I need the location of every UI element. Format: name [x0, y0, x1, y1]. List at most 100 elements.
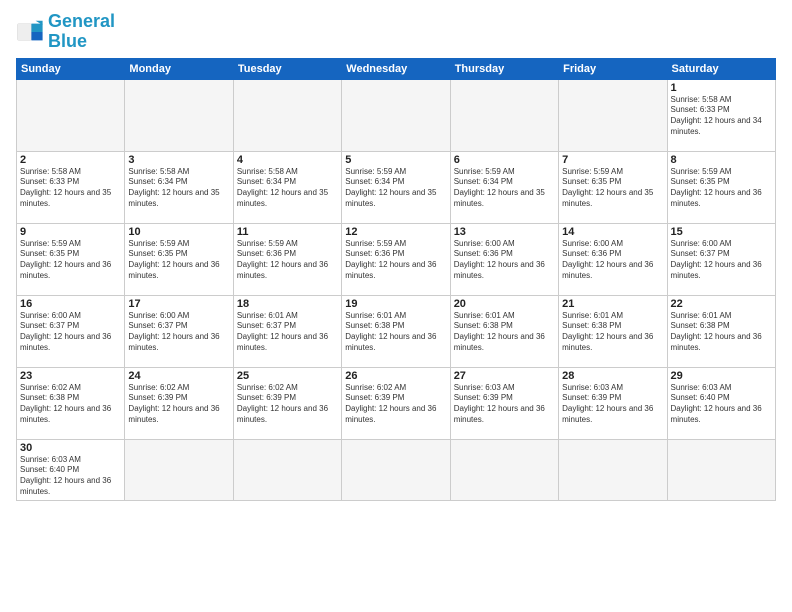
calendar-cell: 24Sunrise: 6:02 AMSunset: 6:39 PMDayligh… [125, 367, 233, 439]
calendar-cell: 14Sunrise: 6:00 AMSunset: 6:36 PMDayligh… [559, 223, 667, 295]
calendar-cell: 9Sunrise: 5:59 AMSunset: 6:35 PMDaylight… [17, 223, 125, 295]
logo-text-block: GeneralBlue [48, 12, 115, 52]
day-info: Sunrise: 6:00 AMSunset: 6:37 PMDaylight:… [128, 311, 229, 354]
day-info: Sunrise: 6:03 AMSunset: 6:40 PMDaylight:… [671, 383, 772, 426]
day-number: 2 [20, 154, 121, 166]
calendar-cell: 7Sunrise: 5:59 AMSunset: 6:35 PMDaylight… [559, 151, 667, 223]
calendar-cell [342, 439, 450, 500]
day-info: Sunrise: 5:59 AMSunset: 6:36 PMDaylight:… [237, 239, 338, 282]
calendar-cell [125, 79, 233, 151]
calendar-cell: 6Sunrise: 5:59 AMSunset: 6:34 PMDaylight… [450, 151, 558, 223]
calendar-cell: 27Sunrise: 6:03 AMSunset: 6:39 PMDayligh… [450, 367, 558, 439]
day-number: 24 [128, 370, 229, 382]
calendar-cell: 19Sunrise: 6:01 AMSunset: 6:38 PMDayligh… [342, 295, 450, 367]
calendar-page: GeneralBlue SundayMondayTuesdayWednesday… [0, 0, 792, 612]
day-info: Sunrise: 6:00 AMSunset: 6:37 PMDaylight:… [20, 311, 121, 354]
weekday-header-tuesday: Tuesday [233, 58, 341, 79]
day-info: Sunrise: 5:59 AMSunset: 6:35 PMDaylight:… [20, 239, 121, 282]
day-info: Sunrise: 6:02 AMSunset: 6:39 PMDaylight:… [128, 383, 229, 426]
calendar-cell: 30Sunrise: 6:03 AMSunset: 6:40 PMDayligh… [17, 439, 125, 500]
day-number: 11 [237, 226, 338, 238]
calendar-cell: 11Sunrise: 5:59 AMSunset: 6:36 PMDayligh… [233, 223, 341, 295]
day-number: 20 [454, 298, 555, 310]
day-number: 23 [20, 370, 121, 382]
weekday-header-sunday: Sunday [17, 58, 125, 79]
calendar-cell [233, 439, 341, 500]
day-info: Sunrise: 6:02 AMSunset: 6:39 PMDaylight:… [237, 383, 338, 426]
weekday-header-saturday: Saturday [667, 58, 775, 79]
day-number: 29 [671, 370, 772, 382]
calendar-week-row: 30Sunrise: 6:03 AMSunset: 6:40 PMDayligh… [17, 439, 776, 500]
day-info: Sunrise: 6:03 AMSunset: 6:40 PMDaylight:… [20, 455, 121, 498]
calendar-cell: 17Sunrise: 6:00 AMSunset: 6:37 PMDayligh… [125, 295, 233, 367]
day-number: 9 [20, 226, 121, 238]
calendar-cell [17, 79, 125, 151]
day-info: Sunrise: 6:01 AMSunset: 6:37 PMDaylight:… [237, 311, 338, 354]
calendar-week-row: 1Sunrise: 5:58 AMSunset: 6:33 PMDaylight… [17, 79, 776, 151]
day-info: Sunrise: 5:59 AMSunset: 6:35 PMDaylight:… [562, 167, 663, 210]
calendar-cell: 12Sunrise: 5:59 AMSunset: 6:36 PMDayligh… [342, 223, 450, 295]
day-info: Sunrise: 5:58 AMSunset: 6:33 PMDaylight:… [671, 95, 772, 138]
day-info: Sunrise: 5:59 AMSunset: 6:35 PMDaylight:… [671, 167, 772, 210]
day-number: 21 [562, 298, 663, 310]
calendar-cell: 13Sunrise: 6:00 AMSunset: 6:36 PMDayligh… [450, 223, 558, 295]
day-info: Sunrise: 6:03 AMSunset: 6:39 PMDaylight:… [454, 383, 555, 426]
calendar-cell [233, 79, 341, 151]
day-number: 14 [562, 226, 663, 238]
day-info: Sunrise: 6:02 AMSunset: 6:38 PMDaylight:… [20, 383, 121, 426]
day-info: Sunrise: 6:00 AMSunset: 6:37 PMDaylight:… [671, 239, 772, 282]
calendar-cell [450, 439, 558, 500]
day-number: 17 [128, 298, 229, 310]
calendar-cell: 21Sunrise: 6:01 AMSunset: 6:38 PMDayligh… [559, 295, 667, 367]
day-number: 8 [671, 154, 772, 166]
day-info: Sunrise: 6:03 AMSunset: 6:39 PMDaylight:… [562, 383, 663, 426]
day-info: Sunrise: 6:01 AMSunset: 6:38 PMDaylight:… [671, 311, 772, 354]
weekday-header-thursday: Thursday [450, 58, 558, 79]
calendar-cell: 3Sunrise: 5:58 AMSunset: 6:34 PMDaylight… [125, 151, 233, 223]
day-number: 26 [345, 370, 446, 382]
day-info: Sunrise: 5:59 AMSunset: 6:34 PMDaylight:… [454, 167, 555, 210]
calendar-cell: 16Sunrise: 6:00 AMSunset: 6:37 PMDayligh… [17, 295, 125, 367]
weekday-header-row: SundayMondayTuesdayWednesdayThursdayFrid… [17, 58, 776, 79]
day-number: 10 [128, 226, 229, 238]
calendar-cell: 8Sunrise: 5:59 AMSunset: 6:35 PMDaylight… [667, 151, 775, 223]
calendar-cell: 5Sunrise: 5:59 AMSunset: 6:34 PMDaylight… [342, 151, 450, 223]
day-info: Sunrise: 5:59 AMSunset: 6:34 PMDaylight:… [345, 167, 446, 210]
day-number: 5 [345, 154, 446, 166]
day-number: 16 [20, 298, 121, 310]
day-info: Sunrise: 5:58 AMSunset: 6:34 PMDaylight:… [128, 167, 229, 210]
day-info: Sunrise: 6:01 AMSunset: 6:38 PMDaylight:… [345, 311, 446, 354]
day-number: 28 [562, 370, 663, 382]
day-info: Sunrise: 5:58 AMSunset: 6:33 PMDaylight:… [20, 167, 121, 210]
calendar-cell: 25Sunrise: 6:02 AMSunset: 6:39 PMDayligh… [233, 367, 341, 439]
header: GeneralBlue [16, 12, 776, 52]
calendar-cell [667, 439, 775, 500]
calendar-week-row: 23Sunrise: 6:02 AMSunset: 6:38 PMDayligh… [17, 367, 776, 439]
calendar-cell: 10Sunrise: 5:59 AMSunset: 6:35 PMDayligh… [125, 223, 233, 295]
calendar-cell: 1Sunrise: 5:58 AMSunset: 6:33 PMDaylight… [667, 79, 775, 151]
calendar-cell: 26Sunrise: 6:02 AMSunset: 6:39 PMDayligh… [342, 367, 450, 439]
day-number: 13 [454, 226, 555, 238]
weekday-header-wednesday: Wednesday [342, 58, 450, 79]
calendar-week-row: 9Sunrise: 5:59 AMSunset: 6:35 PMDaylight… [17, 223, 776, 295]
calendar-cell: 22Sunrise: 6:01 AMSunset: 6:38 PMDayligh… [667, 295, 775, 367]
logo: GeneralBlue [16, 12, 115, 52]
generalblue-logo-icon [16, 18, 44, 46]
calendar-cell: 20Sunrise: 6:01 AMSunset: 6:38 PMDayligh… [450, 295, 558, 367]
day-info: Sunrise: 6:01 AMSunset: 6:38 PMDaylight:… [454, 311, 555, 354]
calendar-cell [450, 79, 558, 151]
calendar-cell [559, 439, 667, 500]
day-number: 22 [671, 298, 772, 310]
day-number: 1 [671, 82, 772, 94]
calendar-cell: 28Sunrise: 6:03 AMSunset: 6:39 PMDayligh… [559, 367, 667, 439]
day-number: 18 [237, 298, 338, 310]
day-number: 25 [237, 370, 338, 382]
calendar-cell: 18Sunrise: 6:01 AMSunset: 6:37 PMDayligh… [233, 295, 341, 367]
weekday-header-friday: Friday [559, 58, 667, 79]
calendar-cell [559, 79, 667, 151]
calendar-cell [342, 79, 450, 151]
calendar-cell [125, 439, 233, 500]
day-info: Sunrise: 6:01 AMSunset: 6:38 PMDaylight:… [562, 311, 663, 354]
day-number: 30 [20, 442, 121, 454]
calendar-week-row: 16Sunrise: 6:00 AMSunset: 6:37 PMDayligh… [17, 295, 776, 367]
